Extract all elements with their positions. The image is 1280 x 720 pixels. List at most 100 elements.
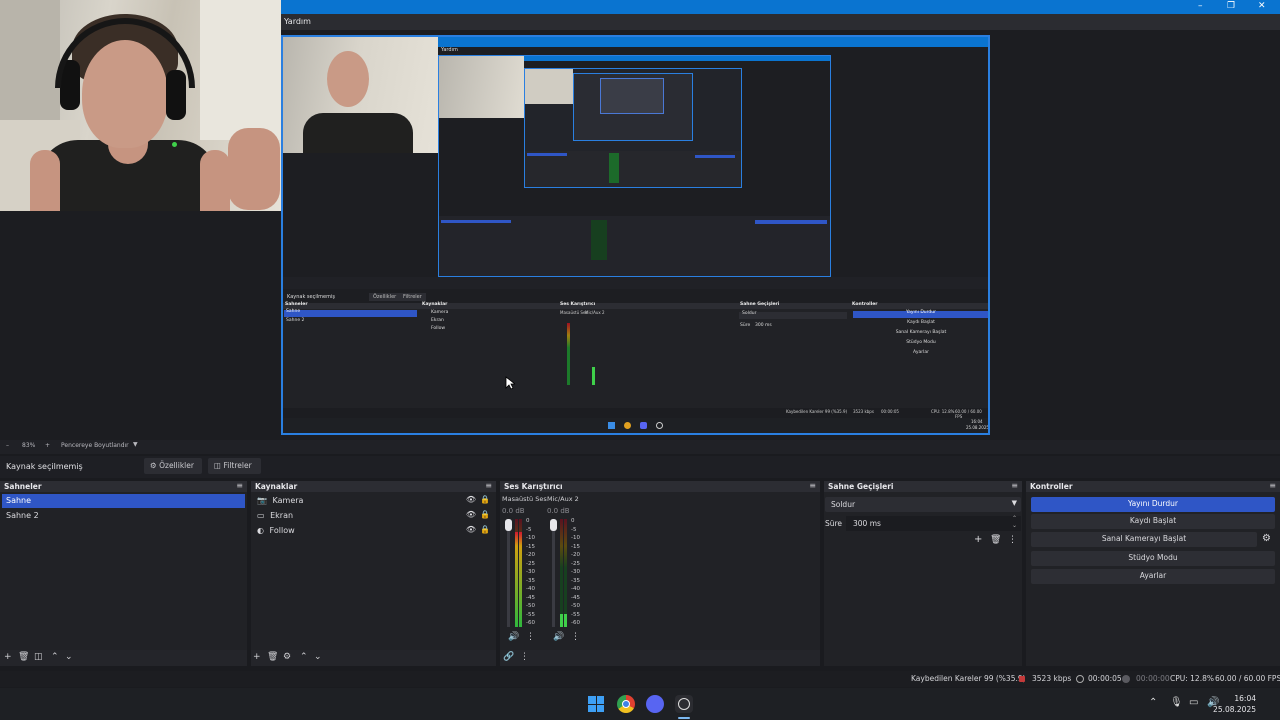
- nested-btn-3: Sanal Kamerayı Başlat: [895, 330, 947, 335]
- chrome-icon[interactable]: [617, 695, 635, 713]
- minimize-icon[interactable]: –: [1198, 1, 1203, 11]
- obs-icon[interactable]: [675, 695, 693, 713]
- nested-transitions-title: Sahne Geçişleri: [740, 302, 780, 307]
- move-up-icon[interactable]: ⌃: [300, 652, 308, 662]
- dock-menu-icon[interactable]: ≡: [1011, 481, 1018, 490]
- meter-scale-label: -45: [571, 594, 580, 601]
- close-icon[interactable]: ✕: [1258, 1, 1266, 11]
- duration-input[interactable]: 300 ms ⌃ ⌄: [846, 515, 1021, 531]
- eye-icon[interactable]: 👁: [466, 525, 476, 534]
- mixer-dock-header: Ses Karıştırıcı ≡: [500, 481, 820, 492]
- trash-icon[interactable]: 🗑: [267, 652, 278, 662]
- controls-dock: Kontroller ≡ Yayını Durdur Kaydı Başlat …: [1026, 481, 1280, 666]
- meter-scale-label: -20: [526, 552, 535, 558]
- trash-icon[interactable]: 🗑: [990, 535, 1001, 545]
- chevron-down-icon[interactable]: ▼: [133, 441, 138, 448]
- source-item[interactable]: ▭ Ekran 👁 🔒: [253, 509, 494, 523]
- move-down-icon[interactable]: ⌄: [314, 652, 322, 662]
- source-item[interactable]: 📷 Kamera 👁 🔒: [253, 494, 494, 508]
- move-down-icon[interactable]: ⌄: [65, 652, 73, 662]
- stepper-up-icon[interactable]: ⌃: [1012, 515, 1017, 522]
- meter-scale-label: -5: [571, 526, 577, 533]
- zoom-out-icon[interactable]: –: [6, 442, 9, 449]
- stream-status-icon: [1076, 675, 1084, 683]
- nested-scenes-title: Sahneler: [285, 302, 308, 307]
- clock-date[interactable]: 25.08.2025: [1213, 705, 1256, 714]
- volume-slider[interactable]: [507, 519, 510, 627]
- scene-item[interactable]: Sahne 2: [2, 509, 245, 523]
- volume-slider-handle[interactable]: [550, 519, 557, 531]
- volume-slider-handle[interactable]: [505, 519, 512, 531]
- meter-scale-label: -40: [571, 586, 580, 592]
- gear-icon[interactable]: ⚙: [283, 652, 291, 662]
- move-up-icon[interactable]: ⌃: [51, 652, 59, 662]
- transition-select-value: Soldur: [831, 500, 856, 509]
- add-icon[interactable]: +: [974, 534, 982, 545]
- dock-menu-icon[interactable]: ≡: [236, 481, 243, 490]
- zoom-in-icon[interactable]: +: [45, 442, 50, 449]
- link-icon[interactable]: 🔗: [503, 652, 514, 662]
- clock-time[interactable]: 16:04: [1234, 694, 1256, 703]
- preview-zoom-bar: – 83% + Pencereye Boyutlandır ▼: [0, 440, 1280, 454]
- sources-dock-footer: + 🗑 ⚙ ⌃ ⌄: [251, 650, 496, 666]
- microphone-icon[interactable]: 🎙: [1170, 697, 1183, 708]
- studio-mode-button[interactable]: Stüdyo Modu: [1031, 551, 1275, 566]
- scene-item[interactable]: Sahne: [2, 494, 245, 508]
- nested-btn-4: Stüdyo Modu: [906, 340, 936, 345]
- nested-scene-2: Sahne 2: [286, 318, 305, 323]
- speaker-icon[interactable]: 🔊: [553, 632, 564, 642]
- add-icon[interactable]: +: [4, 652, 12, 662]
- windows-start-icon[interactable]: [587, 695, 605, 713]
- nested-mixer-title: Ses Karıştırıcı: [560, 302, 596, 307]
- meter-scale-label: -10: [526, 535, 535, 541]
- stepper-down-icon[interactable]: ⌄: [1012, 522, 1017, 529]
- meter-scale-label: -30: [571, 569, 580, 575]
- filter-icon[interactable]: ◫: [34, 652, 43, 662]
- lock-icon[interactable]: 🔒: [480, 510, 490, 519]
- menu-help[interactable]: Yardım: [284, 17, 311, 26]
- meter-scale-label: -45: [526, 594, 535, 601]
- eye-icon[interactable]: 👁: [466, 510, 476, 519]
- kebab-menu-icon[interactable]: ⋮: [1008, 535, 1017, 545]
- kebab-menu-icon[interactable]: ⋮: [571, 632, 580, 642]
- kebab-menu-icon[interactable]: ⋮: [526, 632, 535, 642]
- level-meter-fill: [564, 614, 567, 627]
- dock-menu-icon[interactable]: ≡: [809, 481, 816, 490]
- lock-icon[interactable]: 🔒: [480, 525, 490, 534]
- level-meter-fill: [515, 532, 518, 627]
- kebab-menu-icon[interactable]: ⋮: [520, 652, 529, 662]
- network-icon[interactable]: ▭: [1189, 697, 1198, 708]
- add-icon[interactable]: +: [253, 652, 261, 662]
- eye-icon[interactable]: 👁: [466, 495, 476, 504]
- discord-icon[interactable]: [646, 695, 664, 713]
- dock-menu-icon[interactable]: ≡: [485, 481, 492, 490]
- lock-icon[interactable]: 🔒: [480, 495, 490, 504]
- webcam-feed: [0, 0, 281, 211]
- settings-button[interactable]: Ayarlar: [1031, 569, 1275, 584]
- gear-icon[interactable]: ⚙: [1262, 533, 1271, 544]
- window-mode-label[interactable]: Pencereye Boyutlandır: [61, 442, 129, 449]
- maximize-icon[interactable]: ❐: [1227, 1, 1235, 11]
- speaker-icon[interactable]: 🔊: [508, 632, 519, 642]
- meter-scale-label: -15: [571, 543, 580, 550]
- source-item[interactable]: ◐ Follow 👁 🔒: [253, 524, 494, 538]
- meter-scale-label: -30: [526, 569, 535, 575]
- source-item-label: Follow: [269, 526, 295, 535]
- record-time: 00:00:00: [1136, 674, 1170, 683]
- meter-scale-label: -20: [571, 552, 580, 558]
- trash-icon[interactable]: 🗑: [18, 652, 29, 662]
- virtual-camera-button[interactable]: Sanal Kamerayı Başlat: [1031, 532, 1257, 547]
- fps-readout: 60.00 / 60.00 FPS: [1215, 674, 1280, 683]
- start-record-button[interactable]: Kaydı Başlat: [1031, 514, 1275, 529]
- properties-button[interactable]: ⚙ Özellikler: [144, 458, 202, 474]
- transition-select[interactable]: Soldur ▼: [825, 497, 1021, 512]
- nested-scene-1: Sahne: [286, 309, 301, 314]
- window-title-bar[interactable]: – ❐ ✕: [281, 0, 1280, 14]
- chevron-up-icon[interactable]: ⌃: [1149, 697, 1157, 708]
- filters-button[interactable]: ◫ Filtreler: [208, 458, 261, 474]
- volume-slider[interactable]: [552, 519, 555, 627]
- stop-stream-button[interactable]: Yayını Durdur: [1031, 497, 1275, 512]
- nested-dur-label: Süre: [740, 323, 751, 328]
- nested-properties: Özellikler: [369, 293, 401, 301]
- dock-menu-icon[interactable]: ≡: [1269, 481, 1276, 490]
